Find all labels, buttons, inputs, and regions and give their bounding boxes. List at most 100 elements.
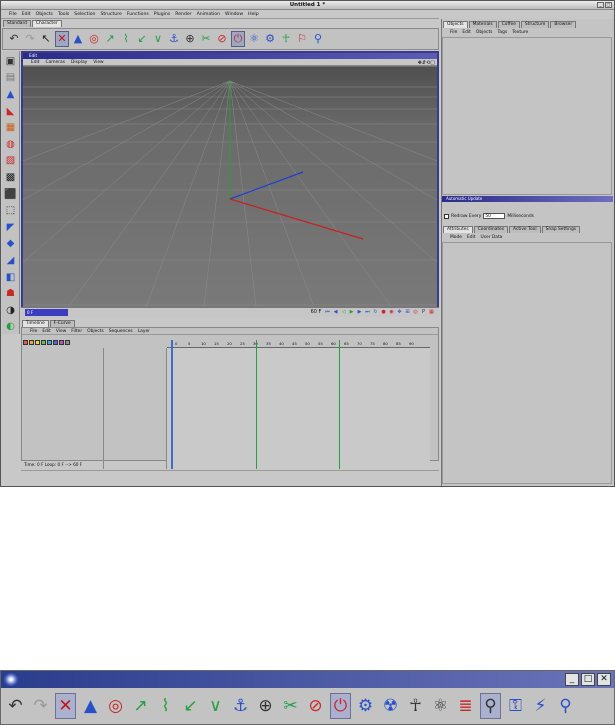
viewport-menu-cameras[interactable]: Cameras (46, 60, 66, 65)
palette-icon-17[interactable]: ◐ (4, 320, 18, 335)
timeline-menu-view[interactable]: View (56, 329, 66, 334)
tab-standard[interactable]: Standard (3, 20, 31, 27)
palette-icon-13[interactable]: ◢ (4, 253, 18, 268)
minimize-button[interactable]: _ (565, 673, 579, 686)
attributes-menu-mode[interactable]: Mode (450, 235, 462, 240)
pose-icon[interactable]: ⚐ (295, 31, 309, 47)
palette-icon-14[interactable]: ◧ (4, 270, 18, 285)
tab-browser[interactable]: Browser (550, 21, 577, 28)
loop-icon[interactable]: ↻ (372, 309, 379, 316)
palette-icon-3[interactable]: ▲ (4, 87, 18, 102)
palette-icon-7[interactable]: ▧ (4, 154, 18, 169)
maximize-button[interactable]: □ (581, 673, 595, 686)
minimize-button[interactable]: _ (597, 2, 604, 8)
tab-objects[interactable]: Objects (443, 21, 468, 28)
constraint-icon[interactable]: ∨ (205, 693, 226, 719)
lock-icon[interactable]: ⚿ (505, 693, 526, 719)
objects-menu-tags[interactable]: Tags (497, 30, 507, 35)
palette-icon-4[interactable]: ◣ (4, 104, 18, 119)
objects-menu-objects[interactable]: Objects (476, 30, 493, 35)
goto-start-icon[interactable]: ⏮ (324, 309, 331, 316)
palette-icon-11[interactable]: ◤ (4, 220, 18, 235)
menu-tools[interactable]: Tools (58, 12, 69, 17)
menu-help[interactable]: Help (248, 12, 258, 17)
timeline-ruler[interactable]: 0 5 10 15 20 25 30 35 40 45 50 55 60 65 … (167, 340, 430, 348)
palette-icon-10[interactable]: ⬚ (4, 203, 18, 218)
menu-structure[interactable]: Structure (100, 12, 121, 17)
power-icon[interactable]: ⏻ (231, 31, 245, 47)
loop-end-marker[interactable] (339, 340, 340, 469)
tab-structure[interactable]: Structure (520, 21, 550, 28)
ik-tool-icon[interactable]: ⌇ (155, 693, 176, 719)
tab-timeline[interactable]: Timeline (22, 320, 49, 327)
layer-swatch-4[interactable] (41, 340, 46, 345)
move-tool-icon[interactable]: ✕ (55, 693, 76, 719)
timeline-object-list[interactable] (22, 348, 104, 469)
pla-key-icon[interactable]: ▦ (428, 309, 435, 316)
timeline-menu-filter[interactable]: Filter (71, 329, 82, 334)
timeline-attribute-column[interactable] (104, 348, 167, 469)
viewport-nav-icons[interactable]: ✥⇵⟲▢ (418, 60, 435, 66)
spring-icon[interactable]: ⚡ (530, 693, 551, 719)
spline-icon[interactable]: ≣ (455, 693, 476, 719)
tab-fcurve[interactable]: F-Curve (49, 320, 75, 327)
scale-tool-icon[interactable]: ▲ (80, 693, 101, 719)
joint-tool-icon[interactable]: ↙ (135, 31, 149, 47)
palette-icon-16[interactable]: ◑ (4, 303, 18, 318)
timeline-menu-objects[interactable]: Objects (87, 329, 104, 334)
pose-icon[interactable]: ⚲ (480, 693, 501, 719)
layer-swatch-6[interactable] (53, 340, 58, 345)
cut-tool-icon[interactable]: ✂ (280, 693, 301, 719)
tab-coordinates[interactable]: Coordinates (473, 226, 509, 233)
attribute-manager-area[interactable] (442, 242, 612, 484)
loop-start-marker[interactable] (256, 340, 257, 469)
layer-swatch-8[interactable] (65, 340, 70, 345)
ik-tool-icon[interactable]: ⌇ (119, 31, 133, 47)
zoom-plus-icon[interactable]: ⊕ (255, 693, 276, 719)
objects-menu-file[interactable]: File (450, 30, 457, 35)
close-button[interactable]: ✕ (597, 673, 611, 686)
weight-icon[interactable]: ⚛ (247, 31, 261, 47)
record-key-icon[interactable]: ● (380, 309, 387, 316)
palette-icon-5[interactable]: ▦ (4, 120, 18, 135)
attributes-menu-user-data[interactable]: User Data (480, 235, 502, 240)
layer-swatch-5[interactable] (47, 340, 52, 345)
bone-tool-icon[interactable]: ↗ (130, 693, 151, 719)
viewport-menu-view[interactable]: View (93, 60, 103, 65)
pos-key-icon[interactable]: ✥ (396, 309, 403, 316)
morph-icon[interactable]: ⚙ (263, 31, 277, 47)
layer-swatch-7[interactable] (59, 340, 64, 345)
palette-icon-12[interactable]: ◆ (4, 237, 18, 252)
timeline-menu-layer[interactable]: Layer (138, 329, 150, 334)
menu-edit[interactable]: Edit (22, 12, 31, 17)
palette-icon-1[interactable]: ▣ (4, 54, 18, 69)
redo-icon[interactable]: ↷ (30, 693, 51, 719)
undo-icon[interactable]: ↶ (7, 31, 21, 47)
object-manager-list[interactable] (442, 37, 612, 195)
undo-icon[interactable]: ↶ (5, 693, 26, 719)
cut-tool-icon[interactable]: ✂ (199, 31, 213, 47)
gear-icon[interactable]: ⚙ (355, 693, 376, 719)
timeline-track-area[interactable] (167, 340, 430, 469)
goto-end-icon[interactable]: ⏭ (364, 309, 371, 316)
viewport-menu-edit[interactable]: Edit (31, 60, 40, 65)
tab-snap-settings[interactable]: Snap Settings (541, 226, 581, 233)
tab-character[interactable]: Character (31, 20, 62, 27)
anchor-icon[interactable]: ⚓ (230, 693, 251, 719)
current-time-field[interactable]: 0 F (25, 309, 68, 316)
attributes-menu-edit[interactable]: Edit (467, 235, 476, 240)
rot-key-icon[interactable]: ◎ (412, 309, 419, 316)
constraint-icon[interactable]: ∨ (151, 31, 165, 47)
timeline-menu-edit[interactable]: Edit (42, 329, 51, 334)
timeline-menu-file[interactable]: File (30, 329, 37, 334)
editor-viewport[interactable]: Edit Edit Cameras Display View ✥⇵⟲▢ (21, 51, 439, 317)
move-tool-icon[interactable]: ✕ (55, 31, 69, 47)
param-key-icon[interactable]: P (420, 309, 427, 316)
step-back-icon[interactable]: ◀ (332, 309, 339, 316)
timeline-menu-sequences[interactable]: Sequences (109, 329, 133, 334)
anchor-icon[interactable]: ⚓ (167, 31, 181, 47)
step-forward-icon[interactable]: ▶ (356, 309, 363, 316)
play-icon[interactable]: ▶ (348, 309, 355, 316)
current-time-marker[interactable] (171, 340, 173, 469)
scale-key-icon[interactable]: ⊞ (404, 309, 411, 316)
